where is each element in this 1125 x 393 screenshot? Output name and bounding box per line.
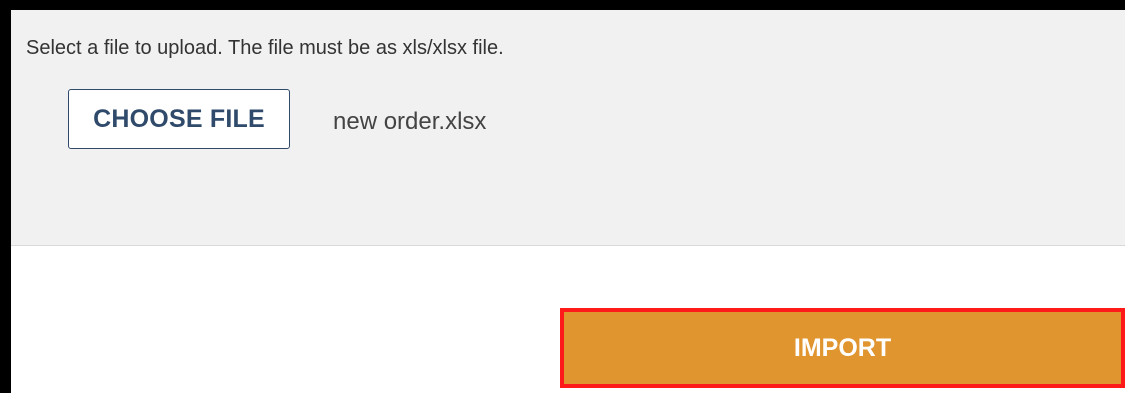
choose-file-button[interactable]: CHOOSE FILE xyxy=(68,89,290,149)
upload-panel: Select a file to upload. The file must b… xyxy=(11,10,1125,246)
top-border xyxy=(0,0,1125,10)
import-button[interactable]: IMPORT xyxy=(560,308,1125,388)
selected-file-name: new order.xlsx xyxy=(333,108,487,135)
upload-instructions: Select a file to upload. The file must b… xyxy=(26,37,504,59)
import-dialog: Select a file to upload. The file must b… xyxy=(0,0,1125,393)
left-border xyxy=(0,0,11,393)
